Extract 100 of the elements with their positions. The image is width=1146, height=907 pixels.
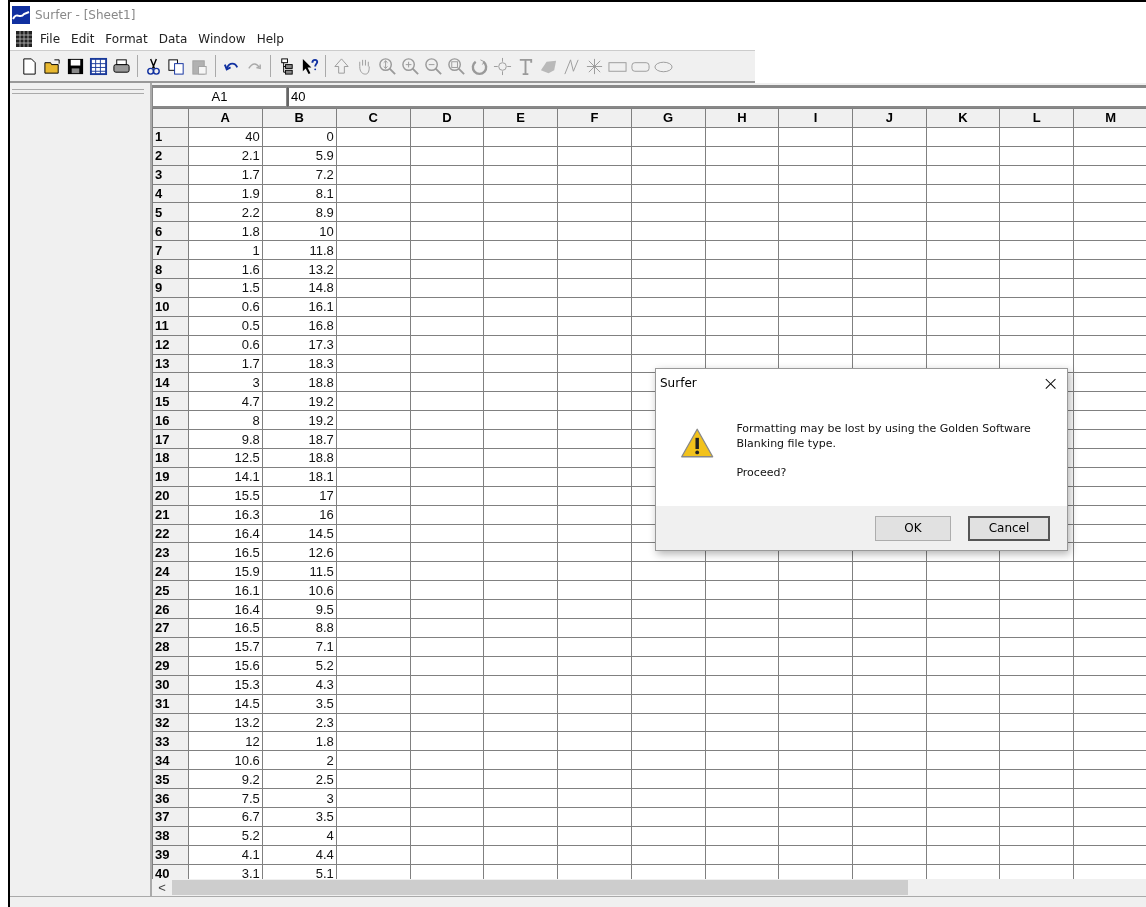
column-header[interactable]: D	[410, 108, 484, 128]
table-cell: 11.5	[262, 561, 337, 581]
table-cell: 18.8	[262, 448, 337, 468]
close-button[interactable]: ×	[1042, 371, 1059, 395]
column-header[interactable]: M	[1073, 108, 1146, 128]
table-cell: 1.9	[188, 184, 263, 203]
dialog-question: Proceed?	[736, 465, 788, 480]
table-cell: 13.2	[188, 713, 263, 732]
table-cell: 12.5	[188, 448, 263, 468]
dialog-message: Formatting may be lost by using the Golden Software Blanking file type.	[736, 421, 1032, 451]
table-cell: 0.5	[188, 316, 263, 336]
menu-item[interactable]: Help	[256, 32, 284, 46]
table-cell: 16.4	[188, 599, 263, 619]
open-folder-icon[interactable]	[43, 56, 62, 76]
table-cell: 8.8	[262, 618, 337, 638]
table-cell: 18.1	[262, 467, 337, 487]
table-cell: 16.1	[262, 297, 337, 317]
column-header[interactable]: C	[336, 108, 411, 128]
table-cell: 1	[188, 240, 263, 260]
table-cell: 2	[262, 750, 337, 770]
table-cell: 19.2	[262, 410, 337, 430]
dialog-button[interactable]: Cancel	[968, 515, 1050, 541]
table-cell: 19.2	[262, 391, 337, 411]
table-cell: 9.8	[188, 429, 263, 449]
table-cell: 17	[262, 486, 337, 506]
new-file-icon[interactable]	[20, 56, 39, 76]
table-cell: 12.6	[262, 543, 337, 562]
table-cell: 7.1	[262, 637, 337, 657]
window-title: Surfer - [Sheet1]	[35, 8, 136, 22]
table-cell: 15.3	[188, 675, 263, 695]
save-icon[interactable]	[66, 56, 85, 76]
column-header[interactable]: E	[483, 108, 558, 128]
column-header[interactable]: H	[705, 108, 779, 128]
table-cell: 1.8	[262, 731, 337, 751]
table-cell: 4.3	[262, 675, 337, 695]
column-header[interactable]: J	[852, 108, 927, 128]
table-cell: 3.5	[262, 807, 337, 827]
scrollbar-thumb[interactable]	[172, 880, 908, 896]
menu-item[interactable]: Window	[198, 32, 246, 46]
table-cell: 1.7	[188, 165, 263, 185]
spreadsheet-icon[interactable]	[15, 30, 33, 48]
table-cell: 5.2	[188, 826, 263, 846]
print-icon[interactable]	[112, 56, 131, 76]
table-cell: 7.5	[188, 788, 263, 808]
table-cell: 4.1	[188, 845, 263, 865]
table-cell: 14.1	[188, 467, 263, 487]
table-cell: 0.6	[188, 297, 263, 317]
table-cell: 16	[262, 505, 337, 525]
column-header[interactable]: I	[778, 108, 853, 128]
app-logo-icon	[12, 6, 30, 24]
table-cell: 3.5	[262, 694, 337, 713]
table-cell: 10	[262, 221, 337, 241]
table-cell: 16.1	[188, 580, 263, 600]
table-cell: 15.6	[188, 656, 263, 676]
column-header[interactable]: G	[631, 108, 706, 128]
table-cell: 6.7	[188, 807, 263, 827]
cut-icon[interactable]	[144, 56, 163, 76]
column-header[interactable]: L	[999, 108, 1074, 128]
spreadsheet-icon[interactable]	[89, 56, 108, 76]
help-pointer-icon[interactable]	[300, 56, 319, 76]
table-cell: 10.6	[262, 580, 337, 600]
menu-item[interactable]: Data	[158, 32, 188, 46]
column-header[interactable]: F	[557, 108, 632, 128]
table-cell: 2.2	[188, 202, 263, 222]
table-cell: 15.7	[188, 637, 263, 657]
table-cell: 10.6	[188, 750, 263, 770]
table-cell: 40	[188, 127, 263, 147]
table-cell: 0.6	[188, 335, 263, 355]
table-cell: 4.7	[188, 391, 263, 411]
table-cell: 1.7	[188, 354, 263, 373]
cell-reference-field[interactable]: A1	[152, 87, 287, 107]
formula-field[interactable]: 40	[287, 87, 1146, 107]
menu-item[interactable]: Format	[105, 32, 148, 46]
table-cell: 16.5	[188, 618, 263, 638]
table-cell: 14.5	[262, 524, 337, 543]
table-cell: 2.5	[262, 769, 337, 789]
table-cell: 4	[262, 826, 337, 846]
table-cell: 11.8	[262, 240, 337, 260]
table-cell: 2.3	[262, 713, 337, 732]
table-cell: 18.3	[262, 354, 337, 373]
copy-icon[interactable]	[167, 56, 186, 76]
column-header[interactable]: K	[926, 108, 1000, 128]
table-cell: 5.2	[262, 656, 337, 676]
column-header[interactable]: B	[262, 108, 337, 128]
table-cell: 18.7	[262, 429, 337, 449]
table-cell: 8	[188, 410, 263, 430]
menu-item[interactable]: Edit	[71, 32, 95, 46]
table-cell: 16.8	[262, 316, 337, 336]
menu-item[interactable]: File	[40, 32, 61, 46]
table-cell: 15.9	[188, 561, 263, 581]
scroll-left-button[interactable]: <	[152, 880, 172, 896]
table-cell: 2.1	[188, 146, 263, 166]
table-cell: 3	[262, 788, 337, 808]
column-header[interactable]: A	[188, 108, 263, 128]
table-cell: 17.3	[262, 335, 337, 355]
table-cell: 4.4	[262, 845, 337, 865]
table-cell: 14.5	[188, 694, 263, 713]
dialog-button[interactable]: OK	[875, 515, 951, 541]
table-cell: 9.2	[188, 769, 263, 789]
table-cell: 8.9	[262, 202, 337, 222]
